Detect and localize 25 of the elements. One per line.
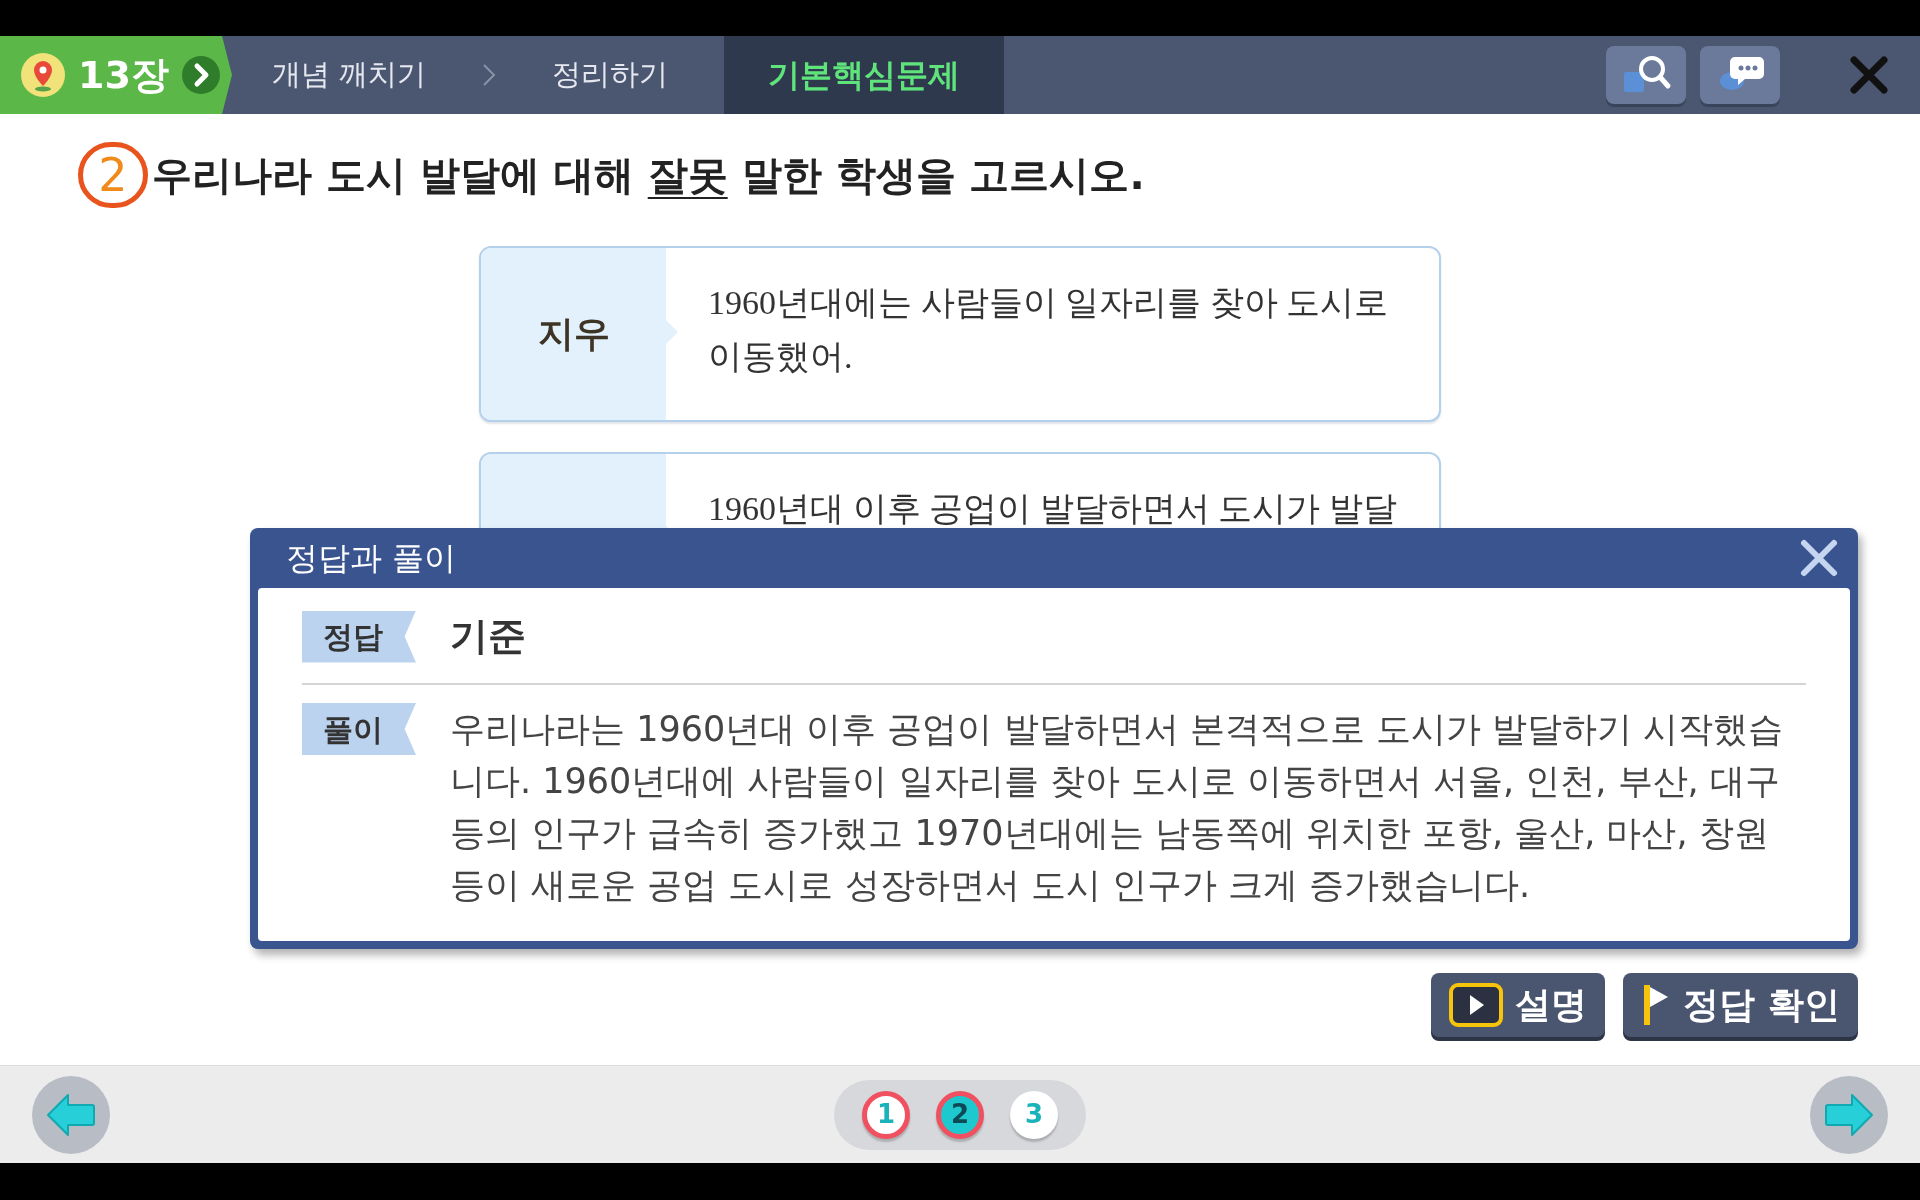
- popup-title: 정답과 풀이: [286, 538, 457, 579]
- statement-text: 1960년대에는 사람들이 일자리를 찾아 도시로 이동했어.: [707, 283, 1389, 377]
- chevron-right-icon: [482, 63, 497, 87]
- right-arrow-icon: [1824, 1092, 1874, 1137]
- search-button[interactable]: [1606, 46, 1686, 104]
- student-name: 지우: [537, 312, 610, 356]
- close-icon: [1849, 55, 1889, 95]
- breadcrumb-tab[interactable]: 정리하기: [512, 36, 709, 114]
- chapter-title: 13장: [78, 51, 169, 99]
- play-icon: [1449, 983, 1504, 1027]
- explanation-text: 우리나라는 1960년대 이후 공업이 발달하면서 본격적으로 도시가 발달하기 시작했습니다. 1960년대에 사람들이 일자리를 찾아 도시로 이동하면서 서울, 인천, 부산, 대구 등의 인구가 급속히 증가했고 1970년대에는 남동쪽에 위치한 포항, 울산, 마산, 창원 등이 새로운 공업 도시로 성장하면서 도시 인구가 크게 증가했습니다.: [450, 708, 1785, 907]
- chat-button[interactable]: [1700, 46, 1780, 104]
- chevron-right-icon: [180, 55, 221, 95]
- left-arrow-icon: [46, 1092, 96, 1137]
- label-tag: 풀이: [302, 703, 416, 755]
- breadcrumb-tab[interactable]: 개념 깨치기: [232, 36, 467, 114]
- statement-text: 1960년대 이후 공업이 발달하면서 도시가 발달: [707, 489, 1398, 529]
- close-icon: [1799, 538, 1839, 578]
- answer-text: 기준: [450, 613, 526, 660]
- question-number: 2: [78, 142, 148, 208]
- page-button[interactable]: 2: [936, 1090, 984, 1139]
- map-pin-icon: [20, 52, 66, 98]
- label-tag: 정답: [302, 610, 416, 663]
- question-text: 우리나라 도시 발달에 대해 잘못 말한 학생을 고르시오.: [152, 151, 1145, 200]
- breadcrumb-tab[interactable]: 기본핵심문제: [724, 36, 1005, 114]
